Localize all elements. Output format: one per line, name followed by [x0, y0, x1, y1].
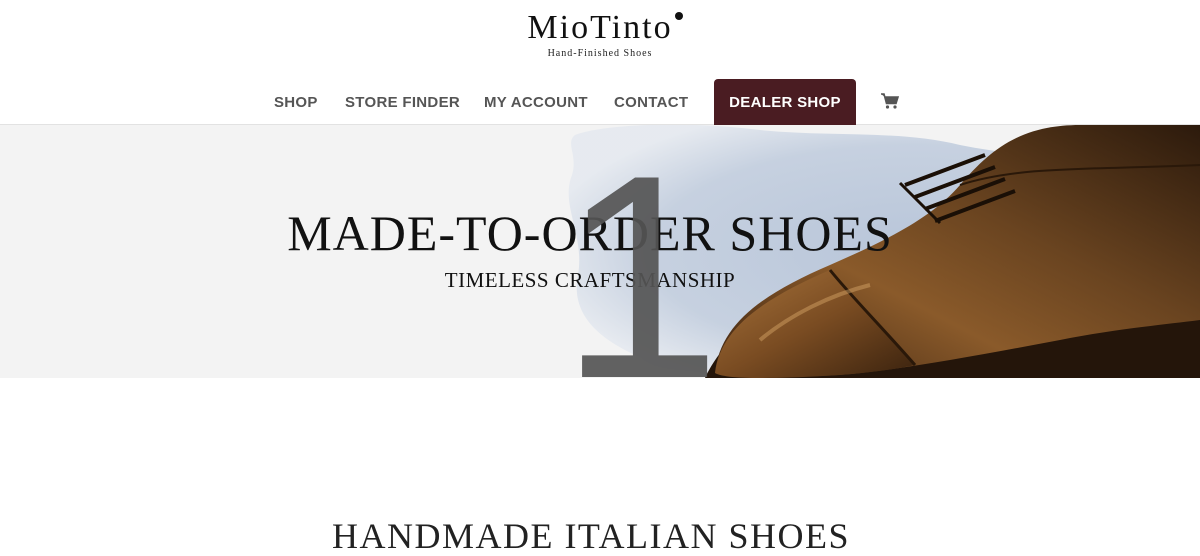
nav-item-my-account[interactable]: MY ACCOUNT — [484, 94, 588, 111]
dealer-shop-button[interactable]: DEALER SHOP — [714, 79, 856, 125]
logo-mark-icon — [674, 12, 683, 20]
hero-banner: MADE-TO-ORDER SHOES TIMELESS CRAFTSMANSH… — [0, 125, 1200, 378]
site-header: MioTinto Hand-Finished Shoes SHOP STORE … — [0, 0, 1200, 125]
nav-item-shop[interactable]: SHOP — [274, 94, 318, 111]
slide-number-overlay: 1 — [560, 125, 722, 378]
brand-tagline: Hand-Finished Shoes — [547, 48, 653, 59]
brand-name: MioTinto — [527, 8, 683, 48]
brand-logo[interactable]: MioTinto Hand-Finished Shoes — [500, 8, 700, 59]
nav-item-store-finder[interactable]: STORE FINDER — [345, 94, 460, 111]
nav-item-contact[interactable]: CONTACT — [614, 94, 688, 111]
main-nav: SHOP STORE FINDER MY ACCOUNT CONTACT DEA… — [0, 78, 1200, 125]
shopping-cart-icon[interactable] — [880, 92, 902, 112]
section-heading: HANDMADE ITALIAN SHOES — [331, 516, 851, 556]
dealer-shop-label: DEALER SHOP — [729, 93, 841, 111]
